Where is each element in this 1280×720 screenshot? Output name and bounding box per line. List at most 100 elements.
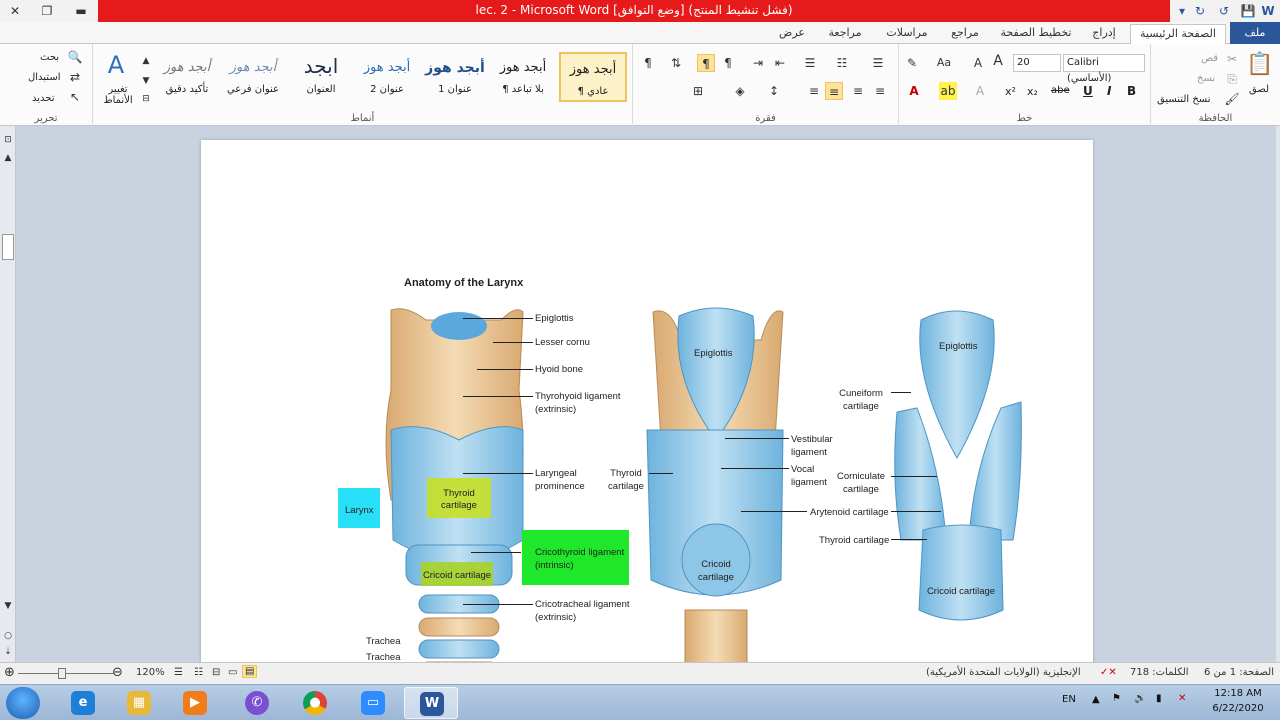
action-center-icon[interactable]: ⚑	[1112, 693, 1121, 704]
restore-icon[interactable]: ❐	[36, 2, 58, 20]
zoom-level[interactable]: 120%	[136, 667, 165, 678]
rtl-direction-icon[interactable]: ¶	[697, 54, 715, 72]
volume-icon[interactable]: 🔊	[1134, 693, 1146, 704]
start-button[interactable]	[6, 687, 40, 719]
format-painter-button[interactable]: نسخ التنسيق	[1157, 94, 1210, 105]
font-color-icon[interactable]: A	[905, 82, 923, 100]
style-no-spacing[interactable]: أبجد هوز ¶ بلا تباعد	[491, 52, 555, 102]
zoom-slider-knob[interactable]	[58, 668, 66, 679]
right-edge-scroll[interactable]	[1276, 126, 1280, 662]
zoom-in-icon[interactable]: ⊕	[4, 665, 15, 680]
decrease-indent-icon[interactable]: ⇤	[771, 54, 789, 72]
style-subtle-emphasis[interactable]: أبجد هوز تأكيد دقيق	[155, 52, 219, 102]
italic-button[interactable]: I	[1107, 84, 1111, 98]
underline-button[interactable]: U	[1083, 84, 1093, 98]
center-icon[interactable]: ≡	[849, 82, 867, 100]
close-icon[interactable]: ✕	[4, 2, 26, 20]
superscript-button[interactable]: x²	[1005, 85, 1016, 98]
cut-button[interactable]: قص	[1201, 53, 1218, 64]
clock-date[interactable]: 6/22/2020	[1206, 703, 1270, 714]
tab-home[interactable]: الصفحة الرئيسية	[1130, 24, 1226, 44]
browse-object-icon[interactable]: ○	[2, 630, 14, 642]
find-button[interactable]: بحث	[40, 52, 59, 63]
zoom-out-icon[interactable]: ⊖	[112, 665, 123, 680]
styles-more-icon[interactable]: ⊟	[137, 90, 155, 108]
redo-icon[interactable]: ↻	[1190, 2, 1210, 20]
shading-icon[interactable]: ◈	[731, 82, 749, 100]
paste-button[interactable]: لصق	[1249, 84, 1269, 95]
input-language[interactable]: EN	[1062, 694, 1076, 705]
style-title[interactable]: ابجد العنوان	[289, 52, 353, 102]
tab-page-layout[interactable]: تخطيط الصفحة	[996, 24, 1076, 44]
scroll-up-icon[interactable]: ▲	[2, 152, 14, 164]
bullets-icon[interactable]: ☰	[869, 54, 887, 72]
styles-scroll-up-icon[interactable]: ▲	[137, 52, 155, 70]
font-size-combo[interactable]: 20	[1013, 54, 1061, 72]
shrink-font-icon[interactable]: A	[969, 54, 987, 72]
tab-mailings[interactable]: مراسلات	[878, 24, 936, 44]
web-layout-icon[interactable]: ⊟	[212, 667, 220, 678]
copy-icon[interactable]: ⎘	[1223, 70, 1241, 88]
language-indicator[interactable]: الإنجليزية (الولايات المتحدة الأمريكية)	[926, 667, 1081, 678]
undo-icon[interactable]: ↺	[1214, 2, 1234, 20]
taskbar-word[interactable]: W	[404, 687, 458, 719]
proofing-icon[interactable]: ✓✕	[1100, 667, 1117, 678]
format-painter-icon[interactable]: 🖌	[1223, 90, 1241, 108]
ruler-toggle-icon[interactable]: ⊡	[2, 134, 14, 146]
subscript-button[interactable]: x₂	[1027, 85, 1038, 98]
multilevel-list-icon[interactable]: ☰	[801, 54, 819, 72]
line-spacing-icon[interactable]: ↕	[765, 82, 783, 100]
network-icon[interactable]: ▮	[1156, 693, 1162, 704]
styles-scroll-down-icon[interactable]: ▼	[137, 72, 155, 90]
change-styles-icon[interactable]: A	[101, 50, 131, 80]
replace-button[interactable]: استبدال	[28, 72, 61, 83]
outline-view-icon[interactable]: ☷	[194, 667, 203, 678]
taskbar-viber[interactable]: ✆	[230, 687, 284, 719]
print-layout-icon[interactable]: ▤	[242, 665, 258, 678]
style-heading-1[interactable]: أبجد هوز عنوان 1	[423, 52, 487, 102]
style-normal[interactable]: أبجد هوز ¶ عادي	[559, 52, 627, 102]
reading-view-icon[interactable]: ▭	[228, 667, 237, 678]
minimize-icon[interactable]: ▬	[70, 2, 92, 20]
ltr-direction-icon[interactable]: ¶	[719, 54, 737, 72]
next-page-icon[interactable]: ⇣	[2, 646, 14, 658]
customize-qat-icon[interactable]: ▾	[1172, 2, 1192, 20]
tab-review[interactable]: مراجعة	[820, 24, 870, 44]
justify-icon[interactable]: ≡	[805, 82, 823, 100]
save-icon[interactable]: 💾	[1238, 2, 1258, 20]
draft-view-icon[interactable]: ☰	[174, 667, 183, 678]
clock-time[interactable]: 12:18 AM	[1206, 688, 1270, 699]
align-left-icon[interactable]: ≡	[871, 82, 889, 100]
tray-expand-icon[interactable]: ▲	[1092, 694, 1100, 705]
copy-button[interactable]: نسخ	[1197, 73, 1215, 84]
align-right-icon[interactable]: ≡	[825, 82, 843, 100]
change-styles-button[interactable]: تغيير الأنماط	[95, 84, 141, 106]
highlight-icon[interactable]: ab	[939, 82, 957, 100]
scroll-thumb[interactable]	[2, 234, 14, 260]
borders-icon[interactable]: ⊞	[689, 82, 707, 100]
style-subtitle[interactable]: أبجد هوز عنوان فرعي	[221, 52, 285, 102]
style-heading-2[interactable]: أبجد هوز عنوان 2	[355, 52, 419, 102]
strikethrough-button[interactable]: abe	[1051, 85, 1070, 96]
text-effects-icon[interactable]: A	[971, 82, 989, 100]
taskbar-explorer[interactable]: ▦	[112, 687, 166, 719]
vertical-scrollbar[interactable]: ⊡ ▲ ▼ ○ ⇣	[0, 126, 16, 662]
grow-font-icon[interactable]: A	[989, 52, 1007, 70]
clear-formatting-icon[interactable]: ✎	[903, 54, 921, 72]
scroll-down-icon[interactable]: ▼	[2, 600, 14, 612]
show-marks-icon[interactable]: ¶	[639, 54, 657, 72]
word-count[interactable]: الكلمات: 718	[1130, 667, 1189, 678]
taskbar-chrome[interactable]: ●	[288, 687, 342, 719]
taskbar-media[interactable]: ▶	[168, 687, 222, 719]
sort-icon[interactable]: ⇅	[667, 54, 685, 72]
paste-icon[interactable]: 📋	[1245, 50, 1275, 80]
zoom-slider-track[interactable]	[18, 673, 114, 674]
select-button[interactable]: تحديد	[32, 93, 55, 104]
page-indicator[interactable]: الصفحة: 1 من 6	[1204, 667, 1274, 678]
tab-view[interactable]: عرض	[770, 24, 814, 44]
taskbar-zoom[interactable]: ▭	[346, 687, 400, 719]
bold-button[interactable]: B	[1127, 84, 1136, 98]
tab-insert[interactable]: إدراج	[1084, 24, 1124, 44]
replace-icon[interactable]: ⇄	[66, 68, 84, 86]
find-icon[interactable]: 🔍	[66, 48, 84, 66]
